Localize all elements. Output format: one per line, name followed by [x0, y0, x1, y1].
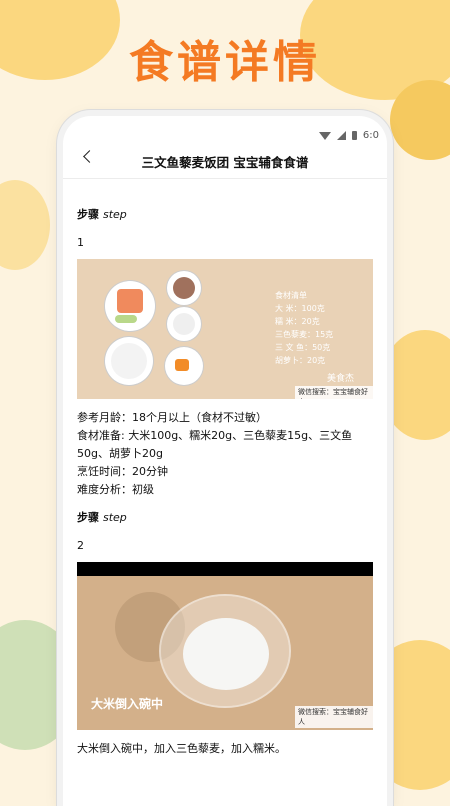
page-title: 三文鱼藜麦饭团 宝宝辅食食谱 [141, 155, 309, 170]
step-description: 参考月龄：18个月以上（食材不过敏） 食材准备: 大米100g、糯米20g、三色… [77, 411, 353, 496]
image-watermark: 微信搜索：宝宝辅食好人 [295, 706, 373, 728]
phone-frame: 6:0 三文鱼藜麦饭团 宝宝辅食食谱 步骤 step 1 食材清单 大 米：100… [63, 116, 387, 806]
nav-bar: 三文鱼藜麦饭团 宝宝辅食食谱 [63, 138, 387, 179]
step-number: 2 [77, 539, 84, 552]
image-watermark: 微信搜索：宝宝辅食好人 [295, 386, 373, 399]
step-heading: 步骤 step [77, 208, 127, 221]
image-brand: 美食杰 [327, 374, 355, 384]
image-caption: 大米倒入碗中 [91, 697, 164, 711]
step-image: 大米倒入碗中 微信搜索：宝宝辅食好人 [77, 562, 373, 730]
ingredient-note: 食材清单 大 米：100克 糯 米：20克 三色藜麦：15克 三 文 鱼：50克… [275, 291, 334, 365]
status-bar: 6:0 [63, 116, 387, 141]
flower-decoration [380, 330, 450, 440]
page-banner-title: 食谱详情 [129, 37, 321, 88]
flower-decoration [0, 180, 50, 270]
step-image: 食材清单 大 米：100克 糯 米：20克 三色藜麦：15克 三 文 鱼：50克… [77, 259, 373, 399]
step-heading: 步骤 step [77, 511, 127, 524]
step-description: 大米倒入碗中，加入三色藜麦，加入糯米。 [77, 742, 286, 755]
step-number: 1 [77, 236, 84, 249]
recipe-content[interactable]: 步骤 step 1 食材清单 大 米：100克 糯 米：20克 三色藜麦：15克 … [77, 196, 373, 758]
